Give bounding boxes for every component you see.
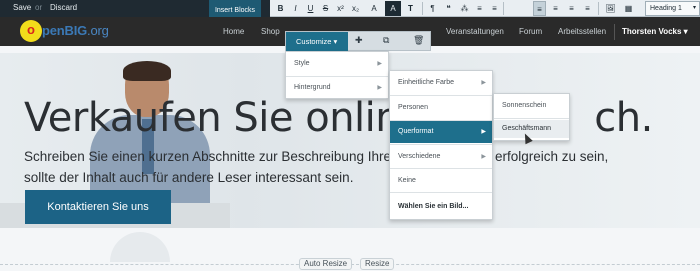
align-justify-button[interactable]: ≡ xyxy=(581,1,594,16)
subscript-button[interactable]: x₂ xyxy=(349,1,362,16)
menu-item-keine[interactable]: Keine xyxy=(390,173,492,189)
site-logo[interactable]: penBIG.org xyxy=(42,23,109,38)
nav-forum[interactable]: Forum xyxy=(519,27,542,36)
table-icon[interactable]: ▦ xyxy=(622,1,635,16)
menu-item-einheitliche-farbe[interactable]: Einheitliche Farbe ▶ xyxy=(390,75,492,91)
hero-image-hair xyxy=(123,61,171,81)
hero-text-line-1-left: Schreiben Sie einen kurzen Abschnitte zu… xyxy=(24,149,391,164)
heading-select-value: Heading 1 xyxy=(650,5,682,12)
menu-item-geschaeftsmann-label: Geschäftsmann xyxy=(502,125,552,132)
text-color-button[interactable]: A xyxy=(366,1,382,16)
menu-item-hintergrund[interactable]: Hintergrund ▶ xyxy=(286,82,388,94)
or-label: or xyxy=(35,3,43,12)
highlight-button[interactable]: A xyxy=(385,1,401,16)
align-right-button[interactable]: ≡ xyxy=(565,1,578,16)
customize-button[interactable]: Customize ▾ xyxy=(286,32,348,52)
chevron-down-icon: ▾ xyxy=(692,5,696,11)
menu-separator xyxy=(286,76,388,77)
nav-home[interactable]: Home xyxy=(223,27,244,36)
image-icon[interactable]: 🖼 xyxy=(604,1,617,16)
resize-button[interactable]: Resize xyxy=(360,258,395,270)
menu-item-querformat-label: Querformat xyxy=(398,128,434,135)
clear-format-button[interactable]: 𝐓 xyxy=(404,1,417,16)
toolbar-separator xyxy=(598,2,599,15)
underline-button[interactable]: U xyxy=(304,1,317,16)
resize-bar: Auto Resize Resize xyxy=(0,258,700,271)
chevron-right-icon: ▶ xyxy=(481,80,486,86)
menu-item-style-label: Style xyxy=(294,60,310,67)
contact-button[interactable]: Kontaktieren Sie uns xyxy=(25,190,171,224)
chevron-right-icon: ▶ xyxy=(481,154,486,160)
menu-separator xyxy=(494,118,569,119)
logo-o: o xyxy=(27,22,35,37)
format-toolbar: B I U S x² x₂ A A 𝐓 ¶ ❝ ⁂ ≡ ≡ ≡ ≡ ≡ ≡ 🖼 … xyxy=(270,0,700,17)
menu-item-personen[interactable]: Personen xyxy=(390,100,492,116)
indent-button[interactable]: ≡ xyxy=(488,1,501,16)
auto-resize-button[interactable]: Auto Resize xyxy=(299,258,353,270)
discard-button[interactable]: Discard xyxy=(50,2,77,14)
menu-separator xyxy=(390,95,492,96)
hero-title-left: Verkaufen Sie online xyxy=(24,95,425,141)
menu-item-querformat[interactable]: Querformat ▶ xyxy=(390,121,492,143)
strikethrough-button[interactable]: S xyxy=(319,1,332,16)
menu-item-choose-image-label: Wählen Sie ein Bild... xyxy=(398,203,469,210)
nav-veranstaltungen[interactable]: Veranstaltungen xyxy=(446,27,504,36)
block-customize-bar: Customize ▾ ✚ ⧉ 🗑 xyxy=(285,31,431,52)
paragraph-button[interactable]: ¶ xyxy=(426,1,439,16)
toolbar-separator xyxy=(422,2,423,15)
menu-item-sonnenschein-label: Sonnenschein xyxy=(502,102,547,109)
logo-name: penBIG xyxy=(42,23,88,38)
list-button[interactable]: ≡ xyxy=(473,1,486,16)
nav-arbeitsstellen[interactable]: Arbeitsstellen xyxy=(558,27,606,36)
menu-item-einheitliche-farbe-label: Einheitliche Farbe xyxy=(398,79,455,86)
save-button[interactable]: Save xyxy=(13,2,31,14)
heading-select[interactable]: Heading 1 ▾ xyxy=(645,1,700,16)
menu-item-personen-label: Personen xyxy=(398,104,428,111)
menu-separator xyxy=(390,192,492,193)
italic-button[interactable]: I xyxy=(289,1,302,16)
menu-item-style[interactable]: Style ▶ xyxy=(286,58,388,70)
toolbar-separator xyxy=(503,2,504,15)
chevron-right-icon: ▶ xyxy=(377,85,382,91)
menu-item-geschaeftsmann[interactable]: Geschäftsmann xyxy=(494,120,569,138)
nav-shop[interactable]: Shop xyxy=(261,27,280,36)
superscript-button[interactable]: x² xyxy=(334,1,347,16)
quote-button[interactable]: ❝ xyxy=(442,1,455,16)
align-left-button[interactable]: ≡ xyxy=(533,1,546,16)
querformat-submenu: Sonnenschein Geschäftsmann xyxy=(493,93,570,141)
background-menu: Einheitliche Farbe ▶ Personen Querformat ▶… xyxy=(389,70,493,220)
chevron-right-icon: ▶ xyxy=(481,129,486,135)
menu-item-keine-label: Keine xyxy=(398,177,416,184)
code-button[interactable]: ⁂ xyxy=(458,1,471,16)
user-menu[interactable]: Thorsten Vocks ▾ xyxy=(622,27,688,36)
bold-button[interactable]: B xyxy=(274,1,287,16)
align-center-button[interactable]: ≡ xyxy=(549,1,562,16)
menu-item-verschiedene-label: Verschiedene xyxy=(398,153,441,160)
trash-icon[interactable]: 🗑 xyxy=(413,35,424,46)
hero-text-line-2: sollte der Inhalt auch für andere Leser … xyxy=(24,170,354,185)
logo-tld: .org xyxy=(87,23,109,38)
nav-divider xyxy=(614,24,615,40)
hero-paragraph[interactable]: Schreiben Sie einen kurzen Abschnitte zu… xyxy=(24,146,694,188)
move-icon[interactable]: ✚ xyxy=(355,35,363,46)
hero-text-line-1: Schreiben Sie einen kurzen Abschnitte zu… xyxy=(24,146,694,167)
customize-menu: Style ▶ Hintergrund ▶ xyxy=(285,51,389,99)
menu-separator xyxy=(390,144,492,145)
chevron-right-icon: ▶ xyxy=(377,61,382,67)
menu-item-verschiedene[interactable]: Verschiedene ▶ xyxy=(390,149,492,165)
menu-item-choose-image[interactable]: Wählen Sie ein Bild... xyxy=(390,199,492,215)
menu-item-hintergrund-label: Hintergrund xyxy=(294,84,331,91)
menu-item-sonnenschein[interactable]: Sonnenschein xyxy=(494,98,569,114)
hero-title-right: ch. xyxy=(594,95,653,141)
copy-icon[interactable]: ⧉ xyxy=(383,35,389,46)
menu-separator xyxy=(390,168,492,169)
